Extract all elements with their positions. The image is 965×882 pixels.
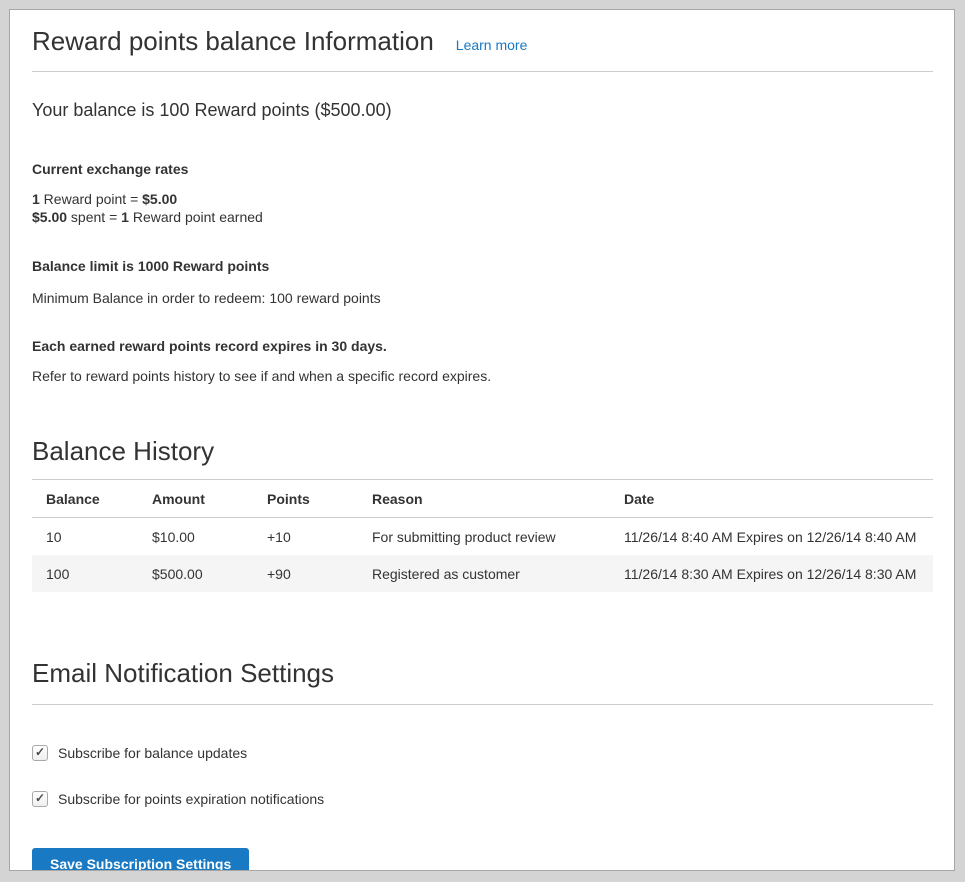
page-header: Reward points balance Information Learn … (32, 26, 933, 57)
balance-updates-option: ✓ Subscribe for balance updates (32, 745, 933, 761)
table-cell: For submitting product review (358, 518, 610, 556)
check-icon: ✓ (35, 746, 45, 758)
table-cell: +10 (253, 518, 358, 556)
table-cell: 11/26/14 8:30 AM Expires on 12/26/14 8:3… (610, 555, 933, 592)
table-cell: Registered as customer (358, 555, 610, 592)
table-cell: +90 (253, 555, 358, 592)
table-row: 10$10.00+10For submitting product review… (32, 518, 933, 556)
rate-points-to-currency: 1 Reward point = $5.00 (32, 190, 933, 208)
table-cell: 11/26/14 8:40 AM Expires on 12/26/14 8:4… (610, 518, 933, 556)
rate-segment: $5.00 (142, 191, 177, 207)
balance-history-heading: Balance History (32, 436, 933, 467)
email-settings-divider (32, 704, 933, 705)
rate-segment: 1 (32, 191, 40, 207)
table-cell: 10 (32, 518, 138, 556)
balance-updates-checkbox[interactable]: ✓ (32, 745, 48, 761)
save-subscription-button[interactable]: Save Subscription Settings (32, 848, 249, 871)
email-settings-heading: Email Notification Settings (32, 658, 933, 689)
column-header: Balance (32, 480, 138, 518)
rate-segment: 1 (121, 209, 129, 225)
table-header: BalanceAmountPointsReasonDate (32, 480, 933, 518)
minimum-balance: Minimum Balance in order to redeem: 100 … (32, 290, 933, 306)
rate-segment: spent = (67, 209, 121, 225)
table-cell: 100 (32, 555, 138, 592)
column-header: Amount (138, 480, 253, 518)
expiration-notifications-checkbox[interactable]: ✓ (32, 791, 48, 807)
table-cell: $10.00 (138, 518, 253, 556)
balance-history-table: BalanceAmountPointsReasonDate 10$10.00+1… (32, 479, 933, 592)
rate-currency-to-points: $5.00 spent = 1 Reward point earned (32, 208, 933, 226)
reward-points-panel: Reward points balance Information Learn … (9, 9, 955, 871)
column-header: Reason (358, 480, 610, 518)
expiry-statement: Each earned reward points record expires… (32, 338, 933, 354)
rate-segment: $5.00 (32, 209, 67, 225)
expiration-notifications-label: Subscribe for points expiration notifica… (58, 791, 324, 807)
rate-segment: Reward point earned (129, 209, 263, 225)
exchange-rates-heading: Current exchange rates (32, 161, 933, 177)
table-cell: $500.00 (138, 555, 253, 592)
rate-segment: Reward point = (40, 191, 142, 207)
check-icon: ✓ (35, 792, 45, 804)
table-row: 100$500.00+90Registered as customer11/26… (32, 555, 933, 592)
column-header: Date (610, 480, 933, 518)
expiration-notifications-option: ✓ Subscribe for points expiration notifi… (32, 791, 933, 807)
column-header: Points (253, 480, 358, 518)
expiry-note: Refer to reward points history to see if… (32, 368, 933, 384)
balance-updates-label: Subscribe for balance updates (58, 745, 247, 761)
exchange-rates: 1 Reward point = $5.00 $5.00 spent = 1 R… (32, 190, 933, 226)
learn-more-link[interactable]: Learn more (456, 37, 528, 53)
header-divider (32, 71, 933, 72)
balance-summary: Your balance is 100 Reward points ($500.… (32, 100, 933, 121)
balance-limit: Balance limit is 1000 Reward points (32, 258, 933, 274)
page-title: Reward points balance Information (32, 26, 434, 57)
